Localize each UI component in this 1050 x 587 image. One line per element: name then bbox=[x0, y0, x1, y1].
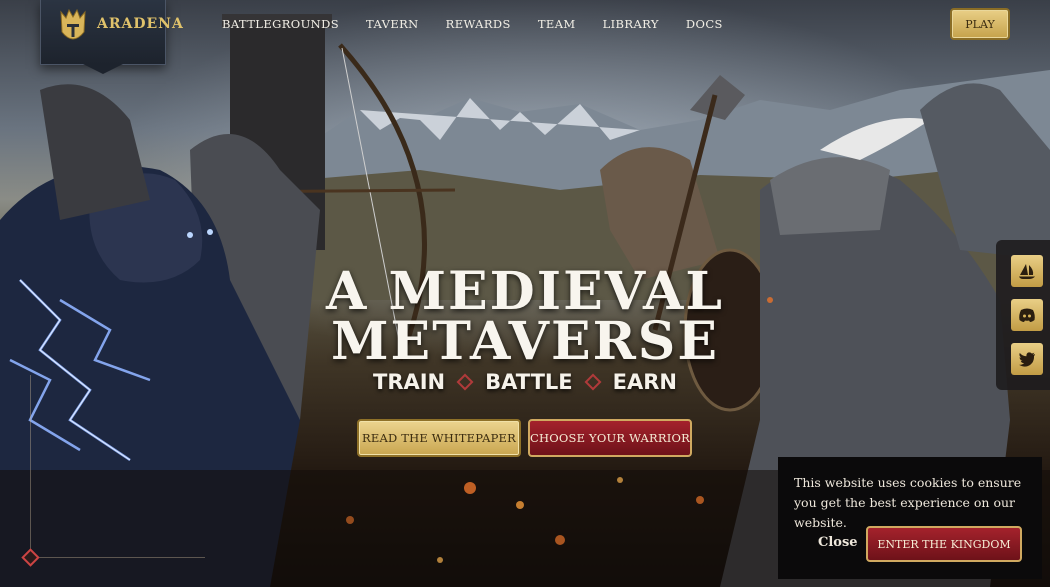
nav-docs[interactable]: DOCS bbox=[686, 17, 723, 31]
brand-name: ARADENA bbox=[97, 16, 184, 32]
enter-kingdom-button[interactable]: ENTER THE KINGDOM bbox=[866, 526, 1022, 562]
logo[interactable]: ARADENA bbox=[40, 0, 183, 65]
helmet-logo-icon bbox=[60, 8, 86, 40]
hero-title-line2: METAVERSE bbox=[331, 311, 719, 372]
cookie-banner: This website uses cookies to ensure you … bbox=[778, 457, 1042, 579]
read-whitepaper-button[interactable]: READ THE WHITEPAPER bbox=[357, 419, 521, 457]
frame-line-horizontal bbox=[30, 557, 205, 558]
social-sidebar bbox=[996, 240, 1050, 390]
discord-icon[interactable] bbox=[1011, 299, 1043, 331]
hero-tagline: TRAIN BATTLE EARN bbox=[300, 370, 750, 394]
cookie-close-button[interactable]: Close bbox=[818, 535, 858, 550]
main-nav: BATTLEGROUNDS TAVERN REWARDS TEAM LIBRAR… bbox=[222, 17, 750, 31]
diamond-separator-icon bbox=[456, 373, 474, 391]
frame-line-vertical bbox=[30, 375, 31, 555]
opensea-icon[interactable] bbox=[1011, 255, 1043, 287]
twitter-icon[interactable] bbox=[1011, 343, 1043, 375]
nav-battlegrounds[interactable]: BATTLEGROUNDS bbox=[222, 17, 339, 31]
choose-warrior-button[interactable]: CHOOSE YOUR WARRIOR bbox=[528, 419, 692, 457]
cookie-message: This website uses cookies to ensure you … bbox=[794, 475, 1022, 530]
nav-rewards[interactable]: REWARDS bbox=[446, 17, 511, 31]
diamond-separator-icon bbox=[584, 373, 602, 391]
nav-tavern[interactable]: TAVERN bbox=[366, 17, 419, 31]
nav-team[interactable]: TEAM bbox=[538, 17, 576, 31]
tagline-battle: BATTLE bbox=[485, 370, 573, 394]
nav-library[interactable]: LIBRARY bbox=[603, 17, 659, 31]
tagline-train: TRAIN bbox=[373, 370, 446, 394]
play-button[interactable]: PLAY bbox=[950, 8, 1010, 40]
tagline-earn: EARN bbox=[612, 370, 677, 394]
